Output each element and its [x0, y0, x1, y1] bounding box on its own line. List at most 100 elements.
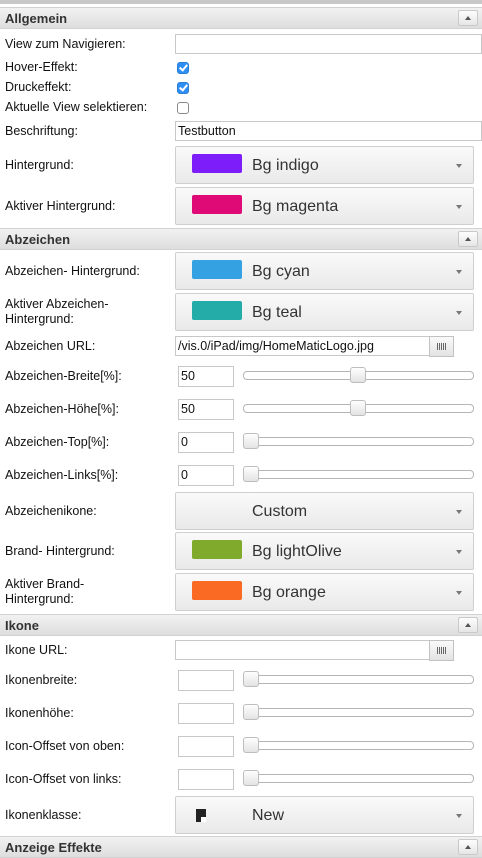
- hintergrund-label: Hintergrund:: [5, 158, 74, 172]
- view-navigate-input[interactable]: [175, 34, 482, 54]
- chevron-down-icon: [456, 164, 462, 168]
- select-value: Custom: [252, 503, 308, 520]
- hintergrund-select[interactable]: Bg indigo: [175, 146, 474, 184]
- abzeichen-links-label: Abzeichen-Links[%]:: [5, 468, 119, 482]
- abzeichen-hintergrund-label: Abzeichen- Hintergrund:: [5, 264, 140, 278]
- section-allgemein-header[interactable]: Allgemein: [0, 7, 482, 29]
- aktiv-abzeichen-select[interactable]: Bg teal: [175, 293, 474, 331]
- ikonenbreite-slider[interactable]: [243, 671, 474, 687]
- ikonenklasse-select[interactable]: New: [175, 796, 474, 834]
- offset-oben-label: Icon-Offset von oben:: [5, 739, 125, 753]
- collapse-icon[interactable]: [458, 231, 478, 247]
- beschriftung-input[interactable]: [175, 121, 482, 141]
- offset-links-label: Icon-Offset von links:: [5, 772, 122, 786]
- abzeichen-hintergrund-select[interactable]: Bg cyan: [175, 252, 474, 290]
- select-value: Bg cyan: [252, 263, 310, 280]
- top-border: [0, 0, 482, 4]
- collapse-icon[interactable]: [458, 10, 478, 26]
- slider-handle[interactable]: [243, 433, 259, 449]
- brand-hintergrund-select[interactable]: Bg lightOlive: [175, 532, 474, 570]
- abzeichen-top-slider[interactable]: [243, 433, 474, 449]
- aktiv-abzeichen-label-2: Hintergrund:: [5, 312, 74, 326]
- hover-effect-label: Hover-Effekt:: [5, 60, 78, 74]
- aktiv-brand-select[interactable]: Bg orange: [175, 573, 474, 611]
- new-class-icon: [196, 809, 206, 822]
- section-title: Ikone: [5, 618, 39, 633]
- ikone-url-input[interactable]: [175, 640, 430, 660]
- select-value: Bg lightOlive: [252, 543, 342, 560]
- chevron-down-icon: [456, 205, 462, 209]
- ikonenhoehe-label: Ikonenhöhe:: [5, 706, 74, 720]
- abzeichen-breite-slider[interactable]: [243, 367, 474, 383]
- slider-handle[interactable]: [243, 704, 259, 720]
- offset-oben-slider[interactable]: [243, 737, 474, 753]
- chevron-down-icon: [456, 311, 462, 315]
- abzeichen-hoehe-input[interactable]: 50: [178, 399, 234, 420]
- current-view-checkbox[interactable]: [177, 102, 189, 114]
- file-browse-icon[interactable]: [429, 640, 454, 661]
- slider-handle[interactable]: [243, 466, 259, 482]
- abzeichen-top-input[interactable]: 0: [178, 432, 234, 453]
- aktiv-hintergrund-label: Aktiver Hintergrund:: [5, 199, 116, 213]
- select-value: New: [252, 807, 285, 824]
- slider-handle[interactable]: [243, 770, 259, 786]
- aktiv-brand-label-1: Aktiver Brand-: [5, 577, 85, 591]
- abzeichen-links-input[interactable]: 0: [178, 465, 234, 486]
- ikonenhoehe-slider[interactable]: [243, 704, 474, 720]
- aktiv-hintergrund-select[interactable]: Bg magenta: [175, 187, 474, 225]
- current-view-label: Aktuelle View selektieren:: [5, 100, 148, 114]
- druck-effect-label: Druckeffekt:: [5, 80, 72, 94]
- section-ikone-header[interactable]: Ikone: [0, 614, 482, 636]
- color-swatch: [192, 301, 242, 320]
- abzeichen-breite-label: Abzeichen-Breite[%]:: [5, 369, 122, 383]
- slider-handle[interactable]: [350, 400, 366, 416]
- hover-effect-checkbox[interactable]: [177, 62, 189, 74]
- select-value: Bg orange: [252, 584, 326, 601]
- color-swatch: [192, 195, 242, 214]
- chevron-down-icon: [456, 510, 462, 514]
- section-abzeichen-header[interactable]: Abzeichen: [0, 228, 482, 250]
- abzeichen-breite-input[interactable]: 50: [178, 366, 234, 387]
- ikone-url-label: Ikone URL:: [5, 643, 68, 657]
- color-swatch: [192, 260, 242, 279]
- offset-oben-input[interactable]: [178, 736, 234, 757]
- ikonenbreite-input[interactable]: [178, 670, 234, 691]
- aktiv-brand-label-2: Hintergrund:: [5, 592, 74, 606]
- brand-hintergrund-label: Brand- Hintergrund:: [5, 544, 115, 558]
- aktiv-abzeichen-label-1: Aktiver Abzeichen-: [5, 297, 109, 311]
- select-value: Bg indigo: [252, 157, 319, 174]
- collapse-icon[interactable]: [458, 617, 478, 633]
- color-swatch: [192, 540, 242, 559]
- abzeichen-url-input[interactable]: [175, 336, 430, 356]
- chevron-down-icon: [456, 591, 462, 595]
- chevron-down-icon: [456, 550, 462, 554]
- section-anzeige-header[interactable]: Anzeige Effekte: [0, 836, 482, 858]
- abzeichen-hoehe-slider[interactable]: [243, 400, 474, 416]
- abzeichenikone-label: Abzeichenikone:: [5, 504, 97, 518]
- druck-effect-checkbox[interactable]: [177, 82, 189, 94]
- ikonenbreite-label: Ikonenbreite:: [5, 673, 78, 687]
- abzeichen-hoehe-label: Abzeichen-Höhe[%]:: [5, 402, 119, 416]
- file-browse-icon[interactable]: [429, 336, 454, 357]
- abzeichen-top-label: Abzeichen-Top[%]:: [5, 435, 110, 449]
- chevron-down-icon: [456, 270, 462, 274]
- ikonenhoehe-input[interactable]: [178, 703, 234, 724]
- abzeichen-links-slider[interactable]: [243, 466, 474, 482]
- slider-handle[interactable]: [243, 737, 259, 753]
- chevron-down-icon: [456, 814, 462, 818]
- offset-links-input[interactable]: [178, 769, 234, 790]
- offset-links-slider[interactable]: [243, 770, 474, 786]
- select-value: Bg teal: [252, 304, 302, 321]
- color-swatch: [192, 581, 242, 600]
- collapse-icon[interactable]: [458, 839, 478, 855]
- beschriftung-label: Beschriftung:: [5, 124, 78, 138]
- slider-handle[interactable]: [243, 671, 259, 687]
- slider-handle[interactable]: [350, 367, 366, 383]
- color-swatch: [192, 154, 242, 173]
- section-title: Allgemein: [5, 11, 68, 26]
- abzeichenikone-select[interactable]: Custom: [175, 492, 474, 530]
- section-title: Abzeichen: [5, 232, 71, 247]
- abzeichen-url-label: Abzeichen URL:: [5, 339, 96, 353]
- select-value: Bg magenta: [252, 198, 339, 215]
- ikonenklasse-label: Ikonenklasse:: [5, 808, 82, 822]
